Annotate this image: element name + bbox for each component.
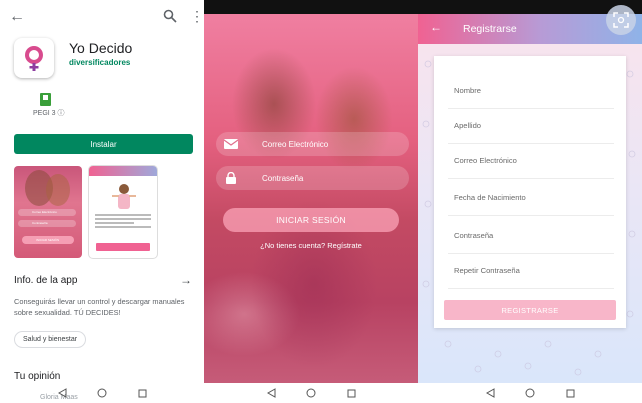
divider <box>448 108 614 109</box>
screenshot-text-lines <box>95 214 151 236</box>
email-field[interactable]: Correo Electrónico <box>216 132 409 156</box>
nav-home-icon[interactable] <box>525 388 535 398</box>
developer-link[interactable]: diversificadores <box>69 58 130 67</box>
back-arrow-icon[interactable]: ← <box>9 8 25 26</box>
screenshot-home[interactable]: Inicio VER <box>89 166 157 258</box>
nav-recents-icon[interactable] <box>565 388 575 398</box>
field-fecha-nacimiento[interactable]: Fecha de Nacimiento <box>454 193 526 202</box>
search-icon[interactable] <box>163 9 177 23</box>
rating-label: PEGI 3 ⓘ <box>33 110 65 117</box>
register-link[interactable]: ¿No tienes cuenta? Regístrate <box>204 241 418 250</box>
screenshot-login[interactable]: Correo Electrónico Contraseña INICIAR SE… <box>14 166 82 258</box>
install-button[interactable]: Instalar <box>14 134 193 154</box>
register-button[interactable]: REGISTRARSE <box>444 300 616 320</box>
register-form-card: Nombre Apellido Correo Electrónico Fecha… <box>434 56 626 328</box>
category-chip[interactable]: Salud y bienestar <box>14 331 87 348</box>
info-section-title: Info. de la app <box>14 275 78 286</box>
app-description: Conseguirás llevar un control y descarga… <box>14 297 185 317</box>
screenshot-header: Inicio <box>89 166 157 182</box>
venus-logo-icon <box>25 46 43 71</box>
opinion-section-title: Tu opinión <box>14 371 61 382</box>
divider <box>448 178 614 179</box>
system-nav-bar <box>204 383 418 403</box>
register-panel: ← Registrarse Nombre Apellido Correo Ele… <box>418 0 642 403</box>
login-button[interactable]: INICIAR SESIÓN <box>223 208 399 232</box>
nav-back-icon[interactable] <box>485 388 495 398</box>
play-store-panel: ← ⋮ Yo Decido diversificadores PEGI 3 ⓘ … <box>0 0 204 403</box>
nav-back-icon[interactable] <box>57 388 67 398</box>
password-field[interactable]: Contraseña <box>216 166 409 190</box>
system-nav-bar <box>0 383 204 403</box>
field-correo[interactable]: Correo Electrónico <box>454 156 517 165</box>
nav-back-icon[interactable] <box>266 388 276 398</box>
nav-recents-icon[interactable] <box>346 388 356 398</box>
couple-background-photo <box>204 14 418 383</box>
system-nav-bar <box>418 383 642 403</box>
register-title: Registrarse <box>463 23 517 35</box>
email-label: Correo Electrónico <box>262 139 329 149</box>
screenshot-email-text: Correo Electrónico <box>32 210 57 214</box>
back-arrow-icon[interactable]: ← <box>430 20 442 34</box>
more-options-icon[interactable]: ⋮ <box>190 8 204 25</box>
field-nombre[interactable]: Nombre <box>454 86 481 95</box>
app-icon <box>14 38 54 78</box>
divider <box>448 253 614 254</box>
lock-icon <box>226 172 236 184</box>
password-label: Contraseña <box>262 173 304 183</box>
divider <box>448 215 614 216</box>
nav-recents-icon[interactable] <box>137 388 147 398</box>
divider <box>448 288 614 289</box>
woman-illustration <box>112 184 136 209</box>
pegi-badge-icon <box>40 93 51 106</box>
nav-home-icon[interactable] <box>306 388 316 398</box>
mail-icon <box>224 139 238 149</box>
screenshot-button: VER <box>96 243 150 255</box>
nav-home-icon[interactable] <box>97 388 107 398</box>
arrow-right-icon[interactable]: → <box>180 273 192 287</box>
field-contrasena[interactable]: Contraseña <box>454 231 493 240</box>
screen-capture-icon[interactable] <box>606 5 636 35</box>
status-bar <box>204 0 418 14</box>
login-panel: Correo Electrónico Contraseña INICIAR SE… <box>204 0 418 403</box>
field-repetir-contrasena[interactable]: Repetir Contraseña <box>454 266 520 275</box>
screenshot-password-text: Contraseña <box>32 221 48 225</box>
screenshot-login-text: INICIAR SESIÓN <box>36 238 60 242</box>
app-title: Yo Decido <box>69 40 133 56</box>
field-apellido[interactable]: Apellido <box>454 121 481 130</box>
divider <box>448 143 614 144</box>
top-bar: ← ⋮ <box>0 0 204 34</box>
